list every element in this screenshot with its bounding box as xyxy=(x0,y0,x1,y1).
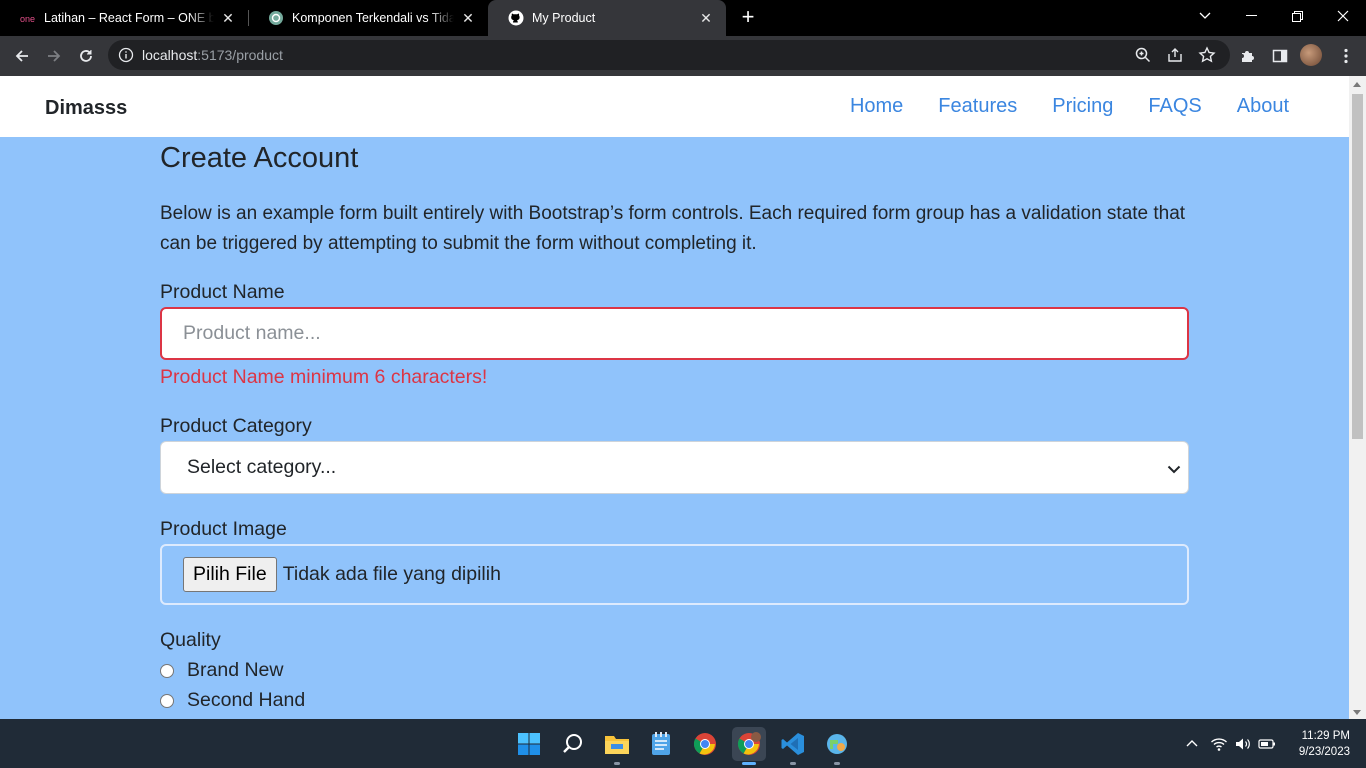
app-running-indicator xyxy=(614,762,620,765)
app-active-indicator xyxy=(742,762,756,765)
browser-tab-active[interactable]: My Product ✕ xyxy=(488,0,726,36)
close-tab-icon[interactable]: ✕ xyxy=(460,10,476,26)
bookmark-star-icon[interactable] xyxy=(1198,46,1216,64)
product-name-label: Product Name xyxy=(160,281,285,303)
close-tab-icon[interactable]: ✕ xyxy=(220,10,236,26)
browser-tab[interactable]: Komponen Terkendali vs Tidak Terkendali … xyxy=(248,0,488,36)
quality-option-brand-new[interactable]: Brand New xyxy=(160,659,283,682)
product-image-label: Product Image xyxy=(160,518,287,540)
scroll-down-icon[interactable] xyxy=(1353,710,1361,715)
quality-option-second-hand[interactable]: Second Hand xyxy=(160,689,305,712)
minimize-button[interactable] xyxy=(1228,0,1274,32)
alterra-one-icon: one xyxy=(20,10,36,26)
page-viewport: Dimasss Home Features Pricing FAQS About… xyxy=(0,76,1349,719)
file-explorer-icon[interactable] xyxy=(600,727,634,761)
browser-tab[interactable]: one Latihan – React Form – ONE by Alterr… xyxy=(0,0,248,36)
clock-date: 9/23/2023 xyxy=(1298,746,1350,758)
chevron-down-icon xyxy=(1166,460,1182,476)
chrome-profile-icon[interactable] xyxy=(732,727,766,761)
product-category-selected: Select category... xyxy=(187,456,337,478)
quality-label: Quality xyxy=(160,629,221,651)
scroll-up-icon[interactable] xyxy=(1353,82,1361,87)
chrome-icon[interactable] xyxy=(688,727,722,761)
nav-link-about[interactable]: About xyxy=(1237,95,1289,118)
new-tab-button[interactable]: + xyxy=(736,6,760,30)
scrollbar-thumb[interactable] xyxy=(1352,94,1363,439)
nav-links: Home Features Pricing FAQS About xyxy=(850,95,1289,118)
address-bar[interactable]: localhost:5173/product xyxy=(108,40,1230,70)
nav-link-home[interactable]: Home xyxy=(850,95,903,118)
close-window-button[interactable] xyxy=(1320,0,1366,32)
github-icon xyxy=(508,10,524,26)
tray-chevron-up-icon[interactable] xyxy=(1183,735,1201,753)
choose-file-button[interactable]: Pilih File xyxy=(183,557,277,592)
extensions-puzzle-icon[interactable] xyxy=(1234,42,1262,70)
nav-link-faqs[interactable]: FAQS xyxy=(1148,95,1201,118)
restore-button[interactable] xyxy=(1274,0,1320,32)
taskbar-clock[interactable]: 11:29 PM 9/23/2023 xyxy=(1284,728,1350,760)
product-image-input[interactable]: Pilih File Tidak ada file yang dipilih xyxy=(160,544,1189,605)
volume-icon[interactable] xyxy=(1234,735,1252,753)
share-icon[interactable] xyxy=(1166,46,1184,64)
clock-time: 11:29 PM xyxy=(1301,730,1350,742)
battery-icon[interactable] xyxy=(1258,735,1276,753)
file-status: Tidak ada file yang dipilih xyxy=(282,563,501,585)
navbar-brand[interactable]: Dimasss xyxy=(45,97,127,120)
app-running-indicator xyxy=(790,762,796,765)
form-description: Below is an example form built entirely … xyxy=(160,203,1186,254)
tab-title: Komponen Terkendali vs Tidak Terkendali xyxy=(292,11,454,25)
browser-menu-icon[interactable] xyxy=(1332,42,1360,70)
control-panel-icon[interactable] xyxy=(820,727,854,761)
notepad-icon[interactable] xyxy=(644,727,678,761)
side-panel-icon[interactable] xyxy=(1266,42,1294,70)
tab-title: Latihan – React Form – ONE by Alterra xyxy=(44,11,214,25)
search-icon[interactable] xyxy=(556,727,590,761)
url-text: localhost:5173/product xyxy=(142,47,283,63)
app-running-indicator xyxy=(834,762,840,765)
tab-title: My Product xyxy=(532,11,596,25)
radio-label: Brand New xyxy=(187,659,284,681)
page-title: Create Account xyxy=(160,142,359,174)
nav-link-features[interactable]: Features xyxy=(938,95,1017,118)
wifi-icon[interactable] xyxy=(1210,735,1228,753)
windows-taskbar: 11:29 PM 9/23/2023 xyxy=(0,719,1366,768)
url-host: localhost xyxy=(142,47,198,63)
site-info-icon[interactable] xyxy=(118,47,134,63)
radio-button[interactable] xyxy=(160,693,174,708)
back-button[interactable] xyxy=(8,42,36,70)
reload-button[interactable] xyxy=(72,42,100,70)
radio-label: Second Hand xyxy=(187,689,306,711)
product-category-label: Product Category xyxy=(160,415,312,437)
profile-avatar[interactable] xyxy=(1300,44,1322,66)
windows-start-icon[interactable] xyxy=(512,727,546,761)
svg-text:one: one xyxy=(20,14,35,24)
chatgpt-icon xyxy=(268,10,284,26)
forward-button[interactable] xyxy=(40,42,68,70)
site-navbar: Dimasss Home Features Pricing FAQS About xyxy=(0,76,1349,137)
close-tab-icon[interactable]: ✕ xyxy=(698,10,714,26)
nav-link-pricing[interactable]: Pricing xyxy=(1052,95,1113,118)
product-name-input[interactable]: Product name... xyxy=(160,307,1189,360)
product-name-error: Product Name minimum 6 characters! xyxy=(160,366,488,388)
browser-toolbar: localhost:5173/product xyxy=(0,36,1366,76)
page-scrollbar[interactable] xyxy=(1349,76,1366,719)
tab-search-chevron-icon[interactable] xyxy=(1182,0,1228,32)
url-path: :5173/product xyxy=(197,47,283,63)
browser-tab-strip: one Latihan – React Form – ONE by Alterr… xyxy=(0,0,1366,36)
vscode-icon[interactable] xyxy=(776,727,810,761)
product-category-select[interactable]: Select category... xyxy=(160,441,1189,494)
radio-button[interactable] xyxy=(160,663,174,678)
zoom-icon[interactable] xyxy=(1134,46,1152,64)
